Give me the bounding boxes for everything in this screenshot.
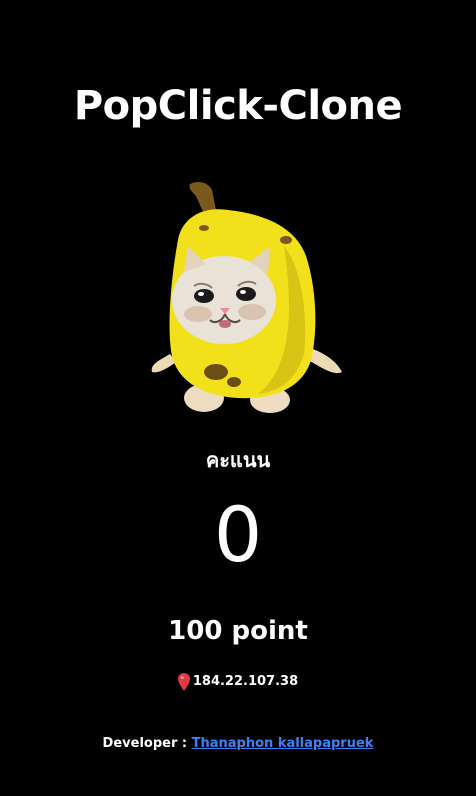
developer-link[interactable]: Thanaphon kallapapruek [192, 736, 374, 751]
ip-location-row: 184.22.107.38 [0, 672, 476, 692]
page-title: PopClick-Clone [73, 83, 403, 129]
developer-label: Developer : [102, 736, 188, 751]
location-pin-icon [177, 673, 190, 691]
points-display: 100 point [168, 616, 308, 646]
score-label: คะแนน [205, 448, 271, 472]
banana-cat-clicker-button[interactable] [146, 176, 350, 420]
banana-cat-icon [151, 182, 342, 413]
footer: Developer : Thanaphon kallapapruek [0, 734, 476, 754]
ip-address: 184.22.107.38 [192, 674, 299, 689]
score-value: 0 [213, 490, 263, 579]
